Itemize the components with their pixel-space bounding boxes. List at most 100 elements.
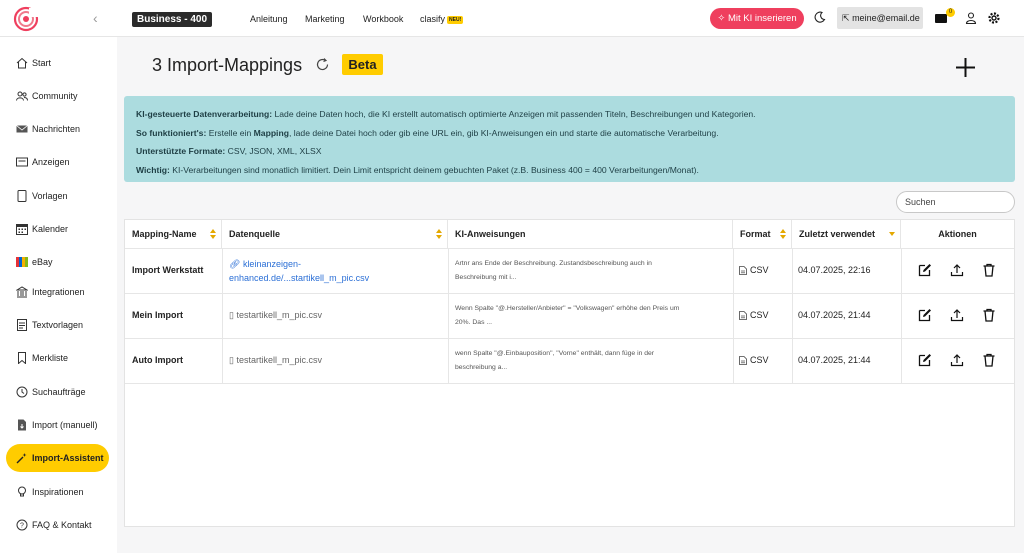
edit-icon[interactable] <box>918 353 932 367</box>
nav-marketing[interactable]: Marketing <box>305 14 345 24</box>
divider <box>448 248 449 383</box>
ki-insert-label: Mit KI inserieren <box>727 13 797 24</box>
sidebar-item-import-assistent[interactable]: Import-Assistent <box>6 444 109 472</box>
add-mapping-icon[interactable] <box>955 57 976 78</box>
account-email[interactable]: ⇱ meine@email.de <box>837 7 923 29</box>
magic-wand-icon: ✧ <box>717 13 726 24</box>
template-icon <box>17 190 27 202</box>
sidebar-item-label: Suchaufträge <box>32 387 86 397</box>
sidebar-item-label: Textvorlagen <box>32 320 84 330</box>
mail-icon <box>16 125 28 133</box>
column-header-aktionen: Aktionen <box>938 229 977 239</box>
import-file-icon <box>18 419 26 431</box>
column-header-datenquelle[interactable]: Datenquelle <box>222 220 448 249</box>
delete-icon[interactable] <box>982 353 996 367</box>
sidebar-item-integrationen[interactable]: Integrationen <box>16 284 85 300</box>
row-1-name: Import Werkstatt <box>132 265 204 275</box>
clock-icon <box>16 386 28 398</box>
row-2-format: CSV <box>739 310 769 320</box>
collapse-sidebar-icon[interactable]: ‹ <box>93 10 98 26</box>
edit-icon[interactable] <box>918 263 932 277</box>
external-link-icon: ⇱ <box>842 13 850 23</box>
sidebar-item-label: Import (manuell) <box>32 420 98 430</box>
sort-icon <box>436 229 442 239</box>
upload-icon[interactable] <box>950 263 964 277</box>
calendar-icon <box>16 224 28 235</box>
sidebar-item-anzeigen[interactable]: Anzeigen <box>16 154 70 170</box>
sidebar-item-ebay[interactable]: eBay <box>16 254 53 270</box>
new-badge: NEU! <box>447 16 464 24</box>
file-icon <box>739 355 747 365</box>
row-3-name: Auto Import <box>132 355 183 365</box>
sidebar-item-label: Nachrichten <box>32 124 81 134</box>
divider <box>222 248 223 383</box>
sidebar: Start Community Nachrichten Anzeigen Vor… <box>0 37 117 553</box>
sidebar-item-import-manuell[interactable]: Import (manuell) <box>16 417 98 433</box>
sidebar-item-label: Merkliste <box>32 353 69 363</box>
sidebar-item-community[interactable]: Community <box>16 88 78 104</box>
sidebar-item-label: Start <box>32 58 52 68</box>
dark-mode-icon[interactable] <box>814 11 826 23</box>
bookmark-icon <box>18 352 26 364</box>
delete-icon[interactable] <box>982 263 996 277</box>
sidebar-item-start[interactable]: Start <box>16 55 51 71</box>
info-box: KI-gesteuerte Datenverarbeitung: Lade de… <box>124 96 1015 182</box>
row-1-source-link[interactable]: 🔗︎ kleinanzeigen- enhanced.de/...startik… <box>229 257 369 285</box>
nav-anleitung[interactable]: Anleitung <box>250 14 288 24</box>
refresh-icon[interactable] <box>315 57 330 72</box>
row-1-instructions: Artnr ans Ende der Beschreibung. Zustand… <box>455 260 652 281</box>
email-label: meine@email.de <box>852 13 920 23</box>
info-line: Wichtig: KI-Verarbeitungen sind monatlic… <box>136 164 699 175</box>
row-2-name: Mein Import <box>132 310 183 320</box>
settings-icon[interactable] <box>987 11 1001 25</box>
nav-clasify-label: clasify <box>420 14 446 24</box>
sidebar-item-inspirationen[interactable]: Inspirationen <box>16 484 84 500</box>
nav-clasify[interactable]: clasify NEU! <box>420 14 464 24</box>
column-header-mapping-name[interactable]: Mapping-Name <box>125 220 222 249</box>
lightbulb-icon <box>18 486 26 497</box>
user-icon[interactable] <box>965 12 977 24</box>
sidebar-item-textvorlagen[interactable]: Textvorlagen <box>16 317 83 333</box>
nav-workbook[interactable]: Workbook <box>363 14 403 24</box>
text-template-icon <box>17 319 27 331</box>
divider <box>125 383 1014 384</box>
file-icon <box>739 310 747 320</box>
sidebar-item-nachrichten[interactable]: Nachrichten <box>16 121 80 137</box>
divider <box>901 248 902 383</box>
column-header-format[interactable]: Format <box>733 220 792 249</box>
row-1-format: CSV <box>739 265 769 275</box>
sidebar-item-kalender[interactable]: Kalender <box>16 221 68 237</box>
upload-icon[interactable] <box>950 353 964 367</box>
plan-badge: Business - 400 <box>132 12 213 27</box>
sidebar-item-suchauftraege[interactable]: Suchaufträge <box>16 384 86 400</box>
divider <box>125 248 1014 249</box>
divider <box>792 248 793 383</box>
row-1-last-used: 04.07.2025, 22:16 <box>798 265 871 275</box>
beta-badge: Beta <box>342 54 383 75</box>
link-icon: 🔗︎ <box>229 259 243 269</box>
row-2-source-file: ▯ testartikell_m_pic.csv <box>229 310 322 320</box>
column-header-zuletzt-verwendet[interactable]: Zuletzt verwendet <box>792 220 901 249</box>
sidebar-item-label: Inspirationen <box>32 487 84 497</box>
help-icon: ? <box>16 519 28 531</box>
file-icon <box>739 265 747 275</box>
delete-icon[interactable] <box>982 308 996 322</box>
sidebar-item-faq-kontakt[interactable]: ? FAQ & Kontakt <box>16 517 92 533</box>
messages-icon[interactable] <box>935 14 947 23</box>
logo-icon[interactable] <box>13 6 39 32</box>
upload-icon[interactable] <box>950 308 964 322</box>
sidebar-item-merkliste[interactable]: Merkliste <box>16 350 68 366</box>
divider <box>733 248 734 383</box>
sidebar-item-vorlagen[interactable]: Vorlagen <box>16 188 68 204</box>
row-3-instructions: wenn Spalte "@.Einbauposition", "Vorne" … <box>455 350 655 371</box>
sidebar-item-label: Kalender <box>32 224 69 234</box>
row-3-format: CSV <box>739 355 769 365</box>
magic-wand-icon <box>16 453 27 464</box>
info-line: Unterstützte Formate: CSV, JSON, XML, XL… <box>136 146 322 156</box>
row-2-last-used: 04.07.2025, 21:44 <box>798 310 871 320</box>
ki-insert-button[interactable]: ✧ Mit KI inserieren <box>710 8 804 29</box>
sidebar-item-label: Integrationen <box>32 287 85 297</box>
edit-icon[interactable] <box>918 308 932 322</box>
search-input[interactable] <box>896 191 1015 213</box>
row-3-source-file: ▯ testartikell_m_pic.csv <box>229 355 322 365</box>
